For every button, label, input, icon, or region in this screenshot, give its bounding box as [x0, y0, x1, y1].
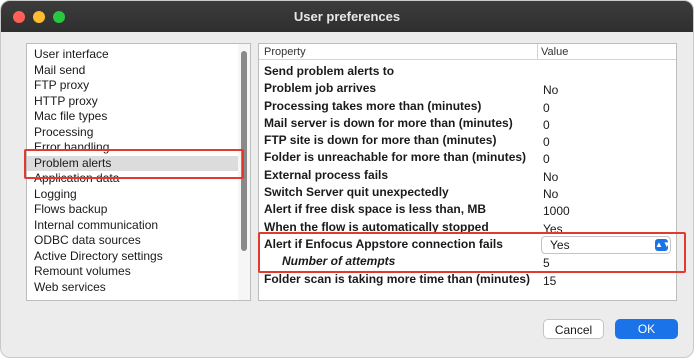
- chevron-up-down-icon: ▲▼: [655, 238, 671, 251]
- table-row[interactable]: Folder is unreachable for more than (min…: [259, 148, 676, 166]
- property-value[interactable]: No: [543, 187, 558, 201]
- property-label: Processing takes more than (minutes): [264, 98, 482, 113]
- category-list[interactable]: User interface Mail send FTP proxy HTTP …: [26, 43, 251, 301]
- property-label: Alert if Enfocus Appstore connection fai…: [264, 236, 503, 251]
- table-row[interactable]: Problem job arrives No: [259, 79, 676, 97]
- category-item-web-services[interactable]: Web services: [27, 280, 239, 296]
- property-label: Alert if free disk space is less than, M…: [264, 202, 487, 217]
- table-row[interactable]: FTP site is down for more than (minutes)…: [259, 131, 676, 149]
- table-row[interactable]: Mail server is down for more than (minut…: [259, 114, 676, 132]
- property-label: Mail server is down for more than (minut…: [264, 115, 513, 130]
- property-label: External process fails: [264, 167, 389, 182]
- table-header: Property Value: [259, 44, 676, 60]
- category-item-user-interface[interactable]: User interface: [27, 47, 239, 63]
- property-label: FTP site is down for more than (minutes): [264, 133, 497, 148]
- property-value[interactable]: Yes: [543, 222, 563, 236]
- table-row[interactable]: Number of attempts 5: [259, 252, 676, 270]
- window-title: User preferences: [293, 9, 401, 24]
- title-bar: User preferences: [1, 1, 693, 32]
- table-row[interactable]: External process fails No: [259, 166, 676, 184]
- category-item-logging[interactable]: Logging: [27, 187, 239, 203]
- category-item-remount-volumes[interactable]: Remount volumes: [27, 264, 239, 280]
- property-value[interactable]: 5: [543, 256, 550, 270]
- category-item-problem-alerts[interactable]: Problem alerts: [27, 155, 239, 171]
- column-header-value[interactable]: Value: [541, 46, 568, 58]
- column-separator[interactable]: [537, 44, 538, 60]
- property-label: Folder scan is taking more time than (mi…: [264, 271, 531, 286]
- category-item-internal-communication[interactable]: Internal communication: [27, 218, 239, 234]
- category-item-mac-file-types[interactable]: Mac file types: [27, 109, 239, 125]
- ok-button[interactable]: OK: [615, 319, 678, 339]
- property-value[interactable]: 0: [543, 101, 550, 115]
- property-label: Folder is unreachable for more than (min…: [264, 150, 527, 165]
- property-table: Property Value Send problem alerts to Pr…: [258, 43, 677, 301]
- appstore-alert-select[interactable]: Yes ▲▼: [541, 235, 671, 254]
- category-items: User interface Mail send FTP proxy HTTP …: [27, 47, 239, 295]
- property-label: Number of attempts: [282, 254, 396, 269]
- category-scrollbar-thumb[interactable]: [241, 51, 247, 251]
- property-value[interactable]: No: [543, 83, 558, 97]
- category-scrollbar[interactable]: [238, 44, 250, 300]
- property-label: Send problem alerts to: [264, 64, 395, 78]
- category-item-processing[interactable]: Processing: [27, 125, 239, 141]
- category-item-ftp-proxy[interactable]: FTP proxy: [27, 78, 239, 94]
- property-value[interactable]: 1000: [543, 204, 570, 218]
- table-row[interactable]: Switch Server quit unexpectedly No: [259, 183, 676, 201]
- property-label: Problem job arrives: [264, 81, 377, 96]
- property-value[interactable]: 0: [543, 118, 550, 132]
- close-window-button[interactable]: [13, 11, 25, 23]
- column-header-property[interactable]: Property: [264, 46, 306, 58]
- maximize-window-button[interactable]: [53, 11, 65, 23]
- table-row[interactable]: Send problem alerts to: [259, 62, 676, 79]
- category-item-mail-send[interactable]: Mail send: [27, 63, 239, 79]
- property-label: Switch Server quit unexpectedly: [264, 185, 449, 200]
- table-row[interactable]: Processing takes more than (minutes) 0: [259, 97, 676, 115]
- select-value: Yes: [550, 237, 570, 252]
- table-row[interactable]: Alert if free disk space is less than, M…: [259, 200, 676, 218]
- property-value[interactable]: No: [543, 170, 558, 184]
- category-item-flows-backup[interactable]: Flows backup: [27, 202, 239, 218]
- category-item-active-directory-settings[interactable]: Active Directory settings: [27, 249, 239, 265]
- property-value[interactable]: 0: [543, 152, 550, 166]
- cancel-button[interactable]: Cancel: [543, 319, 604, 339]
- category-item-application-data[interactable]: Application data: [27, 171, 239, 187]
- property-value[interactable]: 0: [543, 135, 550, 149]
- table-row[interactable]: Folder scan is taking more time than (mi…: [259, 270, 676, 288]
- category-item-odbc-data-sources[interactable]: ODBC data sources: [27, 233, 239, 249]
- table-row[interactable]: When the flow is automatically stopped Y…: [259, 218, 676, 236]
- category-item-error-handling[interactable]: Error handling: [27, 140, 239, 156]
- table-row[interactable]: Alert if Enfocus Appstore connection fai…: [259, 235, 676, 254]
- preferences-window: User preferences User interface Mail sen…: [0, 0, 694, 358]
- property-label: When the flow is automatically stopped: [264, 219, 489, 234]
- table-rows: Send problem alerts to Problem job arriv…: [259, 62, 676, 288]
- property-value[interactable]: 15: [543, 274, 556, 288]
- category-item-http-proxy[interactable]: HTTP proxy: [27, 94, 239, 110]
- minimize-window-button[interactable]: [33, 11, 45, 23]
